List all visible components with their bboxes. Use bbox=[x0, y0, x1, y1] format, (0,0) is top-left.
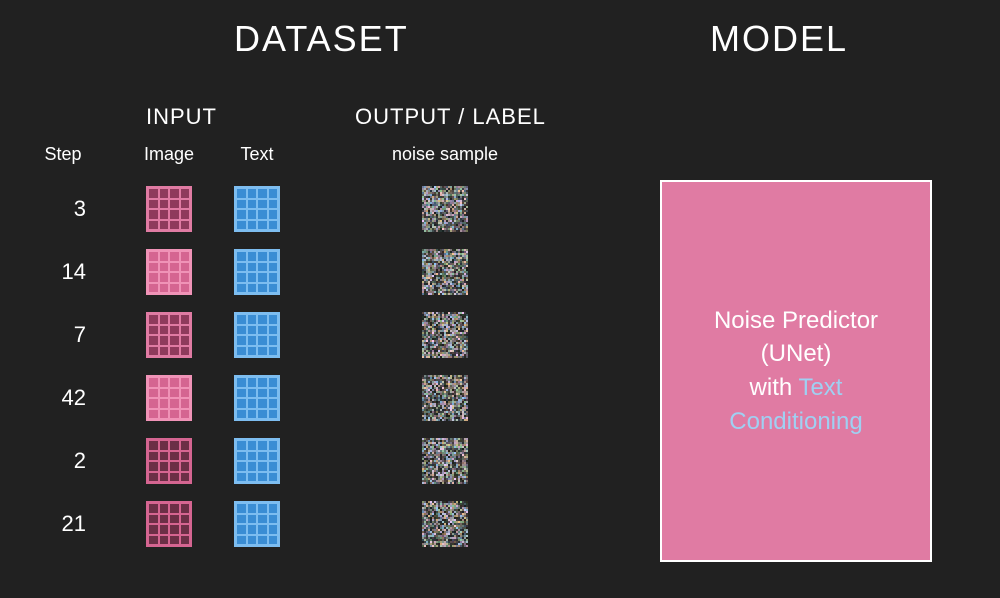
model-line3: with bbox=[750, 374, 793, 401]
col-step: Step bbox=[38, 144, 88, 165]
text-tile bbox=[234, 501, 280, 547]
step-label: 42 bbox=[38, 385, 86, 411]
text-tile bbox=[234, 375, 280, 421]
noise-sample bbox=[422, 186, 468, 232]
col-noise: noise sample bbox=[388, 144, 502, 165]
noise-sample bbox=[422, 249, 468, 295]
heading-dataset: DATASET bbox=[234, 18, 409, 60]
col-image: Image bbox=[138, 144, 200, 165]
model-box-text: Noise Predictor (UNet) with Text Conditi… bbox=[714, 304, 878, 438]
step-label: 2 bbox=[38, 448, 86, 474]
noise-sample bbox=[422, 501, 468, 547]
image-tile bbox=[146, 438, 192, 484]
noise-sample bbox=[422, 312, 468, 358]
diagram-canvas: DATASET MODEL INPUT OUTPUT / LABEL Step … bbox=[0, 0, 1000, 598]
image-tile bbox=[146, 375, 192, 421]
model-line4a: Text bbox=[798, 374, 842, 401]
heading-model: MODEL bbox=[710, 18, 848, 60]
subheading-input: INPUT bbox=[146, 104, 217, 130]
noise-sample bbox=[422, 438, 468, 484]
text-tile bbox=[234, 438, 280, 484]
model-line2: (UNet) bbox=[761, 340, 832, 367]
step-label: 21 bbox=[38, 511, 86, 537]
model-box: Noise Predictor (UNet) with Text Conditi… bbox=[660, 180, 932, 562]
image-tile bbox=[146, 501, 192, 547]
image-tile bbox=[146, 249, 192, 295]
model-line4b: Conditioning bbox=[729, 408, 862, 435]
col-text: Text bbox=[226, 144, 288, 165]
step-label: 3 bbox=[38, 196, 86, 222]
text-tile bbox=[234, 312, 280, 358]
step-label: 14 bbox=[38, 259, 86, 285]
text-tile bbox=[234, 186, 280, 232]
model-line1: Noise Predictor bbox=[714, 307, 878, 334]
subheading-output: OUTPUT / LABEL bbox=[355, 104, 546, 130]
image-tile bbox=[146, 312, 192, 358]
step-label: 7 bbox=[38, 322, 86, 348]
text-tile bbox=[234, 249, 280, 295]
noise-sample bbox=[422, 375, 468, 421]
image-tile bbox=[146, 186, 192, 232]
